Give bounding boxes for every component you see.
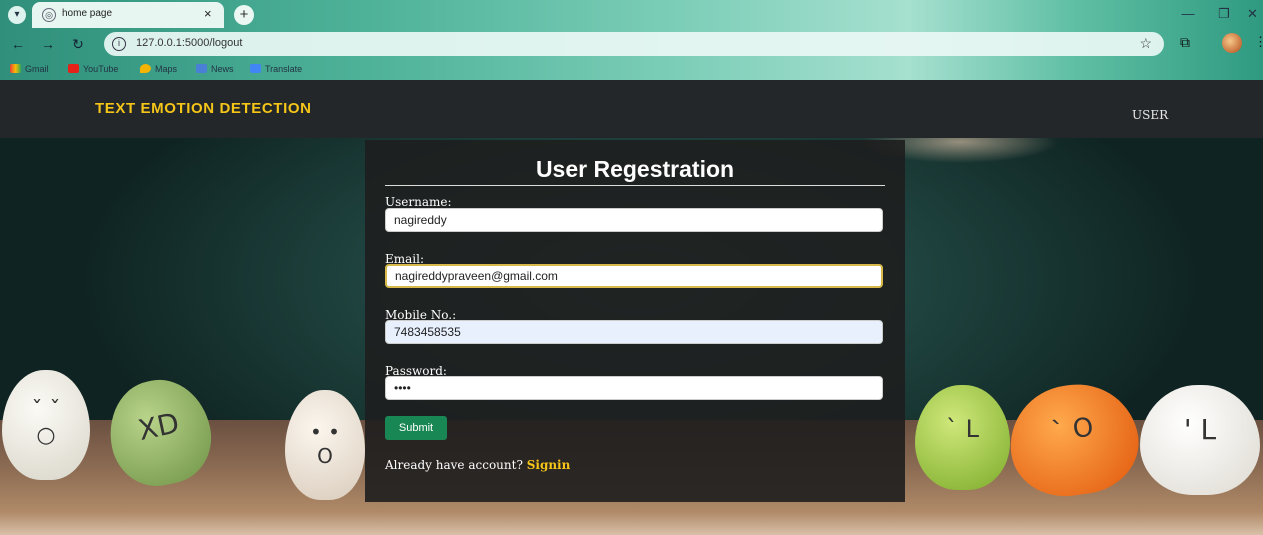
- tab-home-page[interactable]: ◎ home page ×: [32, 2, 224, 28]
- url-text: 127.0.0.1:5000/logout: [136, 37, 243, 49]
- bookmark-maps[interactable]: Maps: [140, 62, 177, 76]
- site-info-icon[interactable]: i: [112, 37, 126, 51]
- face-expression: XD: [135, 406, 183, 448]
- youtube-icon: [68, 64, 79, 73]
- news-icon: [196, 64, 207, 73]
- signin-prompt: Already have account? Signin: [385, 458, 570, 472]
- browser-toolbar: ← → ↻ i 127.0.0.1:5000/logout ☆ ⧉ ⋮: [0, 30, 1263, 58]
- password-input[interactable]: ••••: [385, 376, 883, 400]
- gmail-icon: [10, 64, 21, 73]
- new-tab-button[interactable]: +: [234, 5, 254, 25]
- account-prompt-text: Already have account?: [385, 458, 523, 472]
- tab-strip: ▾ ◎ home page × + — ❐ ✕: [0, 0, 1263, 30]
- minimize-icon[interactable]: —: [1170, 0, 1206, 28]
- site-navbar: TEXT EMOTION DETECTION USER: [0, 80, 1263, 138]
- bookmark-gmail[interactable]: Gmail: [10, 62, 49, 76]
- site-brand[interactable]: TEXT EMOTION DETECTION: [95, 100, 312, 117]
- reload-icon[interactable]: ↻: [68, 34, 88, 54]
- face-expression: ' L: [1183, 413, 1217, 446]
- bookmark-label: Translate: [265, 64, 303, 74]
- translate-icon: [250, 64, 261, 73]
- bookmark-label: YouTube: [83, 64, 119, 74]
- submit-button[interactable]: Submit: [385, 416, 447, 440]
- menu-icon[interactable]: ⋮: [1254, 34, 1263, 50]
- face-expression: ` O: [1049, 412, 1096, 448]
- bookmark-label: News: [211, 64, 234, 74]
- email-input[interactable]: nagireddypraveen@gmail.com: [385, 264, 883, 288]
- address-bar[interactable]: i 127.0.0.1:5000/logout ☆: [104, 32, 1164, 56]
- signin-link[interactable]: Signin: [527, 458, 571, 472]
- browser-chrome: ▾ ◎ home page × + — ❐ ✕ ← → ↻ i 127.0.0.…: [0, 0, 1263, 80]
- bookmark-star-icon[interactable]: ☆: [1139, 35, 1152, 52]
- nav-user-link[interactable]: USER: [1132, 108, 1168, 122]
- green-face-character: ˋ L: [915, 385, 1010, 490]
- form-title: User Regestration: [535, 156, 735, 182]
- face-expression: ˋ L: [946, 415, 979, 443]
- bookmarks-bar: Gmail YouTube Maps News Translate: [0, 58, 1263, 80]
- username-label: Username:: [385, 195, 452, 209]
- worried-face-character: ˇ ˇ ○: [2, 370, 90, 480]
- surprised-face-character: • • O: [285, 390, 365, 500]
- bookmark-label: Gmail: [25, 64, 49, 74]
- white-face-character: ' L: [1140, 385, 1260, 495]
- profile-avatar[interactable]: [1222, 33, 1242, 53]
- bookmark-label: Maps: [155, 64, 178, 74]
- username-input[interactable]: nagireddy: [385, 208, 883, 232]
- globe-icon: ◎: [42, 8, 56, 22]
- forward-icon[interactable]: →: [38, 34, 58, 54]
- bookmark-translate[interactable]: Translate: [250, 62, 302, 76]
- extensions-icon[interactable]: ⧉: [1180, 34, 1190, 51]
- restore-icon[interactable]: ❐: [1206, 0, 1242, 28]
- tab-title: home page: [62, 8, 113, 19]
- bookmark-news[interactable]: News: [196, 62, 234, 76]
- title-divider: [385, 185, 885, 186]
- bookmark-youtube[interactable]: YouTube: [68, 62, 118, 76]
- tab-search-icon[interactable]: ▾: [8, 6, 26, 24]
- registration-form: User Regestration Username: nagireddy Em…: [365, 140, 905, 502]
- maps-icon: [140, 64, 151, 73]
- mobile-input[interactable]: 7483458535: [385, 320, 883, 344]
- face-expression: • • O: [310, 420, 340, 468]
- back-icon[interactable]: ←: [8, 34, 28, 54]
- face-expression: ˇ ˇ ○: [31, 398, 61, 448]
- close-window-icon[interactable]: ✕: [1242, 0, 1263, 28]
- close-tab-icon[interactable]: ×: [204, 6, 212, 21]
- page-content: ˇ ˇ ○ XD • • O ˋ L ` O ' L TEXT EMOTION DE…: [0, 80, 1263, 535]
